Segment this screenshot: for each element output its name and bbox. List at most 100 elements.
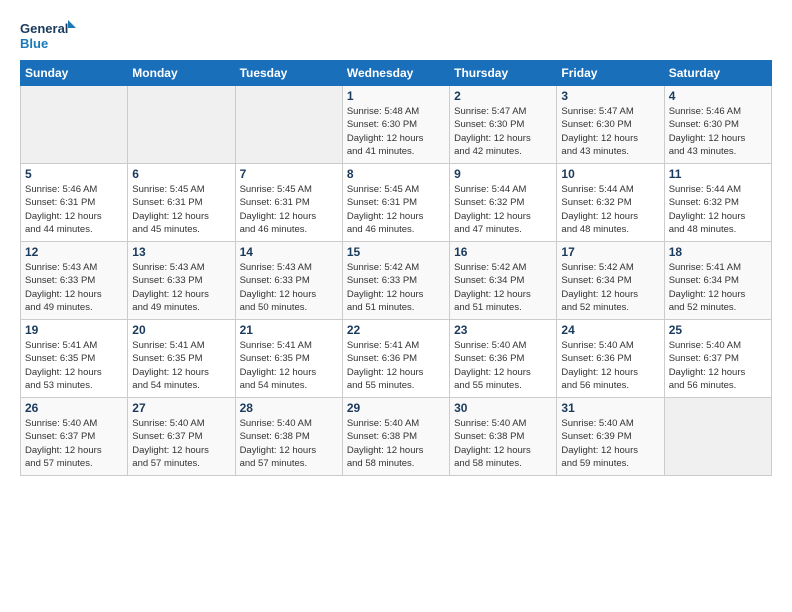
day-number: 18 <box>669 245 767 259</box>
calendar-cell: 2Sunrise: 5:47 AM Sunset: 6:30 PM Daylig… <box>450 86 557 164</box>
day-info: Sunrise: 5:42 AM Sunset: 6:33 PM Dayligh… <box>347 261 445 314</box>
calendar-cell: 19Sunrise: 5:41 AM Sunset: 6:35 PM Dayli… <box>21 320 128 398</box>
calendar-cell: 30 Sunrise: 5:40 AM Sunset: 6:38 PM Dayli… <box>450 398 557 476</box>
calendar-cell: 5 Sunrise: 5:46 AM Sunset: 6:31 PM Daylig… <box>21 164 128 242</box>
day-info: Sunrise: 5:40 AM Sunset: 6:36 PM Dayligh… <box>454 339 552 392</box>
day-info: Sunrise: 5:40 AM Sunset: 6:38 PM Dayligh… <box>454 417 552 470</box>
day-number: 27 <box>132 401 230 415</box>
logo-svg: General Blue <box>20 18 80 54</box>
week-row-1: 1Sunrise: 5:48 AM Sunset: 6:30 PM Daylig… <box>21 86 772 164</box>
calendar-cell: 10Sunrise: 5:44 AM Sunset: 6:32 PM Dayli… <box>557 164 664 242</box>
calendar-cell: 17Sunrise: 5:42 AM Sunset: 6:34 PM Dayli… <box>557 242 664 320</box>
calendar-cell <box>664 398 771 476</box>
page: General Blue SundayMondayTuesdayWednesda… <box>0 0 792 488</box>
day-number: 24 <box>561 323 659 337</box>
day-number: 5 <box>25 167 123 181</box>
day-number: 21 <box>240 323 338 337</box>
day-info: Sunrise: 5:42 AM Sunset: 6:34 PM Dayligh… <box>454 261 552 314</box>
svg-text:General: General <box>20 21 68 36</box>
calendar-cell: 15 Sunrise: 5:42 AM Sunset: 6:33 PM Dayli… <box>342 242 449 320</box>
day-number: 12 <box>25 245 123 259</box>
day-number: 15 <box>347 245 445 259</box>
day-number: 30 <box>454 401 552 415</box>
day-number: 29 <box>347 401 445 415</box>
calendar-cell: 22 Sunrise: 5:41 AM Sunset: 6:36 PM Dayli… <box>342 320 449 398</box>
day-number: 14 <box>240 245 338 259</box>
calendar-cell: 7 Sunrise: 5:45 AM Sunset: 6:31 PM Daylig… <box>235 164 342 242</box>
svg-text:Blue: Blue <box>20 36 48 51</box>
calendar-cell: 12Sunrise: 5:43 AM Sunset: 6:33 PM Dayli… <box>21 242 128 320</box>
day-info: Sunrise: 5:44 AM Sunset: 6:32 PM Dayligh… <box>454 183 552 236</box>
day-info: Sunrise: 5:47 AM Sunset: 6:30 PM Dayligh… <box>454 105 552 158</box>
calendar-cell: 1Sunrise: 5:48 AM Sunset: 6:30 PM Daylig… <box>342 86 449 164</box>
day-info: Sunrise: 5:44 AM Sunset: 6:32 PM Dayligh… <box>669 183 767 236</box>
day-info: Sunrise: 5:41 AM Sunset: 6:35 PM Dayligh… <box>240 339 338 392</box>
weekday-header-tuesday: Tuesday <box>235 61 342 86</box>
calendar-cell: 24 Sunrise: 5:40 AM Sunset: 6:36 PM Dayli… <box>557 320 664 398</box>
weekday-header-friday: Friday <box>557 61 664 86</box>
day-info: Sunrise: 5:45 AM Sunset: 6:31 PM Dayligh… <box>240 183 338 236</box>
day-number: 1 <box>347 89 445 103</box>
calendar-cell: 31Sunrise: 5:40 AM Sunset: 6:39 PM Dayli… <box>557 398 664 476</box>
calendar-table: SundayMondayTuesdayWednesdayThursdayFrid… <box>20 60 772 476</box>
calendar-cell: 20Sunrise: 5:41 AM Sunset: 6:35 PM Dayli… <box>128 320 235 398</box>
calendar-cell <box>128 86 235 164</box>
calendar-cell: 27 Sunrise: 5:40 AM Sunset: 6:37 PM Dayli… <box>128 398 235 476</box>
day-info: Sunrise: 5:40 AM Sunset: 6:37 PM Dayligh… <box>25 417 123 470</box>
week-row-2: 5 Sunrise: 5:46 AM Sunset: 6:31 PM Daylig… <box>21 164 772 242</box>
day-info: Sunrise: 5:40 AM Sunset: 6:39 PM Dayligh… <box>561 417 659 470</box>
calendar-cell: 3 Sunrise: 5:47 AM Sunset: 6:30 PM Daylig… <box>557 86 664 164</box>
day-info: Sunrise: 5:40 AM Sunset: 6:37 PM Dayligh… <box>132 417 230 470</box>
calendar-cell <box>21 86 128 164</box>
day-number: 22 <box>347 323 445 337</box>
calendar-cell: 25Sunrise: 5:40 AM Sunset: 6:37 PM Dayli… <box>664 320 771 398</box>
day-info: Sunrise: 5:41 AM Sunset: 6:36 PM Dayligh… <box>347 339 445 392</box>
weekday-header-saturday: Saturday <box>664 61 771 86</box>
day-info: Sunrise: 5:40 AM Sunset: 6:38 PM Dayligh… <box>347 417 445 470</box>
day-number: 20 <box>132 323 230 337</box>
day-number: 8 <box>347 167 445 181</box>
day-info: Sunrise: 5:46 AM Sunset: 6:30 PM Dayligh… <box>669 105 767 158</box>
calendar-cell: 29 Sunrise: 5:40 AM Sunset: 6:38 PM Dayli… <box>342 398 449 476</box>
day-info: Sunrise: 5:40 AM Sunset: 6:36 PM Dayligh… <box>561 339 659 392</box>
day-number: 16 <box>454 245 552 259</box>
day-number: 25 <box>669 323 767 337</box>
weekday-header-row: SundayMondayTuesdayWednesdayThursdayFrid… <box>21 61 772 86</box>
calendar-cell: 26 Sunrise: 5:40 AM Sunset: 6:37 PM Dayli… <box>21 398 128 476</box>
day-info: Sunrise: 5:46 AM Sunset: 6:31 PM Dayligh… <box>25 183 123 236</box>
day-number: 19 <box>25 323 123 337</box>
calendar-cell: 18Sunrise: 5:41 AM Sunset: 6:34 PM Dayli… <box>664 242 771 320</box>
day-number: 6 <box>132 167 230 181</box>
weekday-header-wednesday: Wednesday <box>342 61 449 86</box>
calendar-cell: 14Sunrise: 5:43 AM Sunset: 6:33 PM Dayli… <box>235 242 342 320</box>
logo: General Blue <box>20 18 80 54</box>
week-row-5: 26 Sunrise: 5:40 AM Sunset: 6:37 PM Dayli… <box>21 398 772 476</box>
day-info: Sunrise: 5:43 AM Sunset: 6:33 PM Dayligh… <box>132 261 230 314</box>
header: General Blue <box>20 18 772 54</box>
day-number: 28 <box>240 401 338 415</box>
day-info: Sunrise: 5:45 AM Sunset: 6:31 PM Dayligh… <box>132 183 230 236</box>
calendar-cell: 6 Sunrise: 5:45 AM Sunset: 6:31 PM Daylig… <box>128 164 235 242</box>
day-number: 13 <box>132 245 230 259</box>
day-number: 9 <box>454 167 552 181</box>
weekday-header-sunday: Sunday <box>21 61 128 86</box>
calendar-cell: 28Sunrise: 5:40 AM Sunset: 6:38 PM Dayli… <box>235 398 342 476</box>
day-info: Sunrise: 5:47 AM Sunset: 6:30 PM Dayligh… <box>561 105 659 158</box>
day-number: 4 <box>669 89 767 103</box>
day-number: 7 <box>240 167 338 181</box>
day-number: 23 <box>454 323 552 337</box>
calendar-cell: 23 Sunrise: 5:40 AM Sunset: 6:36 PM Dayli… <box>450 320 557 398</box>
day-number: 26 <box>25 401 123 415</box>
calendar-cell <box>235 86 342 164</box>
calendar-cell: 9 Sunrise: 5:44 AM Sunset: 6:32 PM Daylig… <box>450 164 557 242</box>
day-info: Sunrise: 5:42 AM Sunset: 6:34 PM Dayligh… <box>561 261 659 314</box>
day-number: 3 <box>561 89 659 103</box>
calendar-cell: 13 Sunrise: 5:43 AM Sunset: 6:33 PM Dayli… <box>128 242 235 320</box>
day-info: Sunrise: 5:45 AM Sunset: 6:31 PM Dayligh… <box>347 183 445 236</box>
week-row-4: 19 Sunrise: 5:41 AM Sunset: 6:35 PM Dayli… <box>21 320 772 398</box>
week-row-3: 12 Sunrise: 5:43 AM Sunset: 6:33 PM Dayli… <box>21 242 772 320</box>
weekday-header-thursday: Thursday <box>450 61 557 86</box>
calendar-cell: 4 Sunrise: 5:46 AM Sunset: 6:30 PM Daylig… <box>664 86 771 164</box>
weekday-header-monday: Monday <box>128 61 235 86</box>
day-info: Sunrise: 5:44 AM Sunset: 6:32 PM Dayligh… <box>561 183 659 236</box>
